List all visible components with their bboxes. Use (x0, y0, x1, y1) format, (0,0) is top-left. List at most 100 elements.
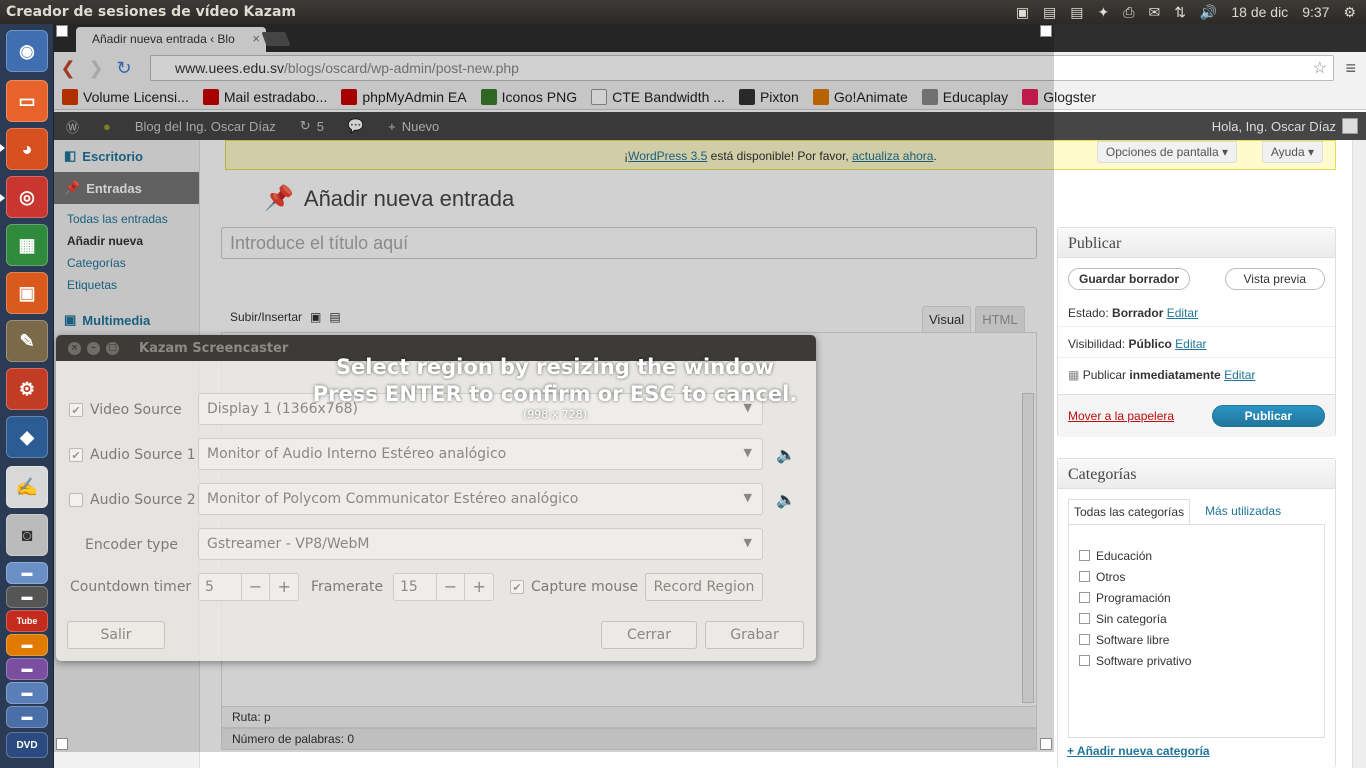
tab-add-post[interactable]: Añadir nueva entrada ‹ Blo × (76, 27, 266, 52)
list-item[interactable]: Otros (1079, 566, 1314, 587)
wordpress-version-link[interactable]: WordPress 3.5 (628, 149, 707, 163)
plus-icon[interactable]: + (269, 574, 298, 600)
address-bar[interactable]: www.uees.edu.sv/blogs/oscard/wp-admin/po… (150, 55, 1334, 81)
updates-link[interactable]: ↻ 5 (288, 118, 336, 134)
comments-icon[interactable]: 💬 (336, 118, 376, 134)
submenu-all-posts[interactable]: Todas las entradas (54, 208, 199, 230)
clock-label[interactable]: 9:37 (1302, 4, 1329, 20)
date-label[interactable]: 18 de dic (1231, 4, 1288, 20)
dropbox-icon[interactable]: ✦ (1098, 4, 1110, 21)
framerate-value[interactable]: 15 (394, 579, 436, 595)
record-region-button[interactable]: Record Region (645, 573, 763, 601)
bookmark-item[interactable]: Iconos PNG (480, 88, 577, 105)
resize-handle-bottom-left[interactable] (56, 738, 68, 750)
gimp-icon[interactable]: ✎ (6, 320, 48, 362)
list-item[interactable]: Sin categoría (1079, 608, 1314, 629)
network-icon[interactable]: ⇅ (1174, 4, 1186, 21)
add-category-link[interactable]: + Añadir nueva categoría (1067, 744, 1210, 758)
bookmark-star-icon[interactable]: ☆ (1313, 58, 1327, 78)
tab-html[interactable]: HTML (975, 306, 1025, 332)
tab-most-used[interactable]: Más utilizadas (1200, 499, 1286, 524)
stack-app-icon-2[interactable]: ▬ (6, 586, 48, 608)
page-scrollbar[interactable] (1352, 140, 1366, 768)
capture-mouse-toggle[interactable]: ✔ Capture mouse (510, 579, 638, 595)
audio-source-1-select[interactable]: Monitor of Audio Interno Estéreo analógi… (198, 438, 763, 470)
chrome-menu-icon[interactable]: ≡ (1345, 58, 1356, 79)
minus-icon[interactable]: − (240, 574, 270, 600)
site-name-link[interactable]: Blog del Ing. Oscar Díaz (123, 119, 288, 134)
resize-handle-bottom-right[interactable] (1040, 738, 1052, 750)
firefox-icon[interactable]: ◕ (6, 128, 48, 170)
bookmark-item[interactable]: Mail estradabo... (202, 88, 327, 105)
minimize-icon[interactable]: – (87, 341, 100, 355)
bookmark-item[interactable]: Go!Animate (812, 88, 908, 105)
move-to-trash-link[interactable]: Mover a la papelera (1068, 409, 1174, 423)
add-media-icon[interactable]: ▣ (310, 310, 321, 324)
maximize-icon[interactable]: □ (106, 341, 119, 355)
encoder-select[interactable]: Gstreamer - VP8/WebM ▼ (198, 528, 763, 560)
countdown-value[interactable]: 5 (199, 579, 241, 595)
audio-source-2-toggle[interactable]: Audio Source 2 (69, 492, 196, 508)
screenshot-icon[interactable]: ◙ (6, 514, 48, 556)
resize-handle-top-right[interactable] (1040, 25, 1052, 37)
category-checkbox[interactable] (1079, 592, 1090, 603)
youtube-icon[interactable]: Tube (6, 610, 48, 632)
save-draft-button[interactable]: Guardar borrador (1068, 268, 1191, 290)
publish-button[interactable]: Publicar (1211, 405, 1325, 427)
category-checkbox[interactable] (1079, 655, 1090, 666)
bookmark-item[interactable]: Volume Licensi... (62, 88, 189, 105)
plus-icon[interactable]: + (464, 574, 493, 600)
software-center-icon[interactable]: ▣ (6, 272, 48, 314)
spreadsheet-icon[interactable]: ▦ (6, 224, 48, 266)
back-icon[interactable]: ❮ (54, 58, 82, 79)
list-item[interactable]: Programación (1079, 587, 1314, 608)
edit-status-link[interactable]: Editar (1167, 306, 1198, 320)
post-title-input[interactable]: Introduce el título aquí (221, 227, 1037, 259)
dash-home-icon[interactable]: ◉ (6, 30, 48, 72)
text-editor-icon[interactable]: ✍ (6, 466, 48, 508)
resize-handle-top-left[interactable] (56, 25, 68, 37)
audio-volume-icon[interactable]: 🔈 (776, 445, 796, 464)
bookmark-item[interactable]: Educaplay (921, 88, 1008, 105)
close-button[interactable]: Cerrar (601, 621, 697, 649)
chrome-icon[interactable]: ◎ (6, 176, 48, 218)
editor-scrollbar[interactable] (1022, 393, 1034, 703)
workspace-icon[interactable]: ▤ (1043, 4, 1056, 21)
my-account-link[interactable]: Hola, Ing. Oscar Díaz (1212, 112, 1358, 140)
bookmark-item[interactable]: CTE Bandwidth ... (591, 88, 725, 105)
forward-icon[interactable]: ❯ (82, 58, 110, 79)
new-content-link[interactable]: + Nuevo (376, 119, 451, 134)
preview-button[interactable]: Vista previa (1224, 268, 1325, 290)
stack-app-icon-5[interactable]: ▬ (6, 682, 48, 704)
submenu-categories[interactable]: Categorías (54, 252, 199, 274)
stack-app-icon-3[interactable]: ▬ (6, 634, 48, 656)
stack-app-icon-6[interactable]: ▬ (6, 706, 48, 728)
video-source-toggle[interactable]: ✔ Video Source (69, 402, 182, 418)
edit-visibility-link[interactable]: Editar (1175, 337, 1206, 351)
session-gear-icon[interactable]: ⚙ (1343, 4, 1356, 21)
reload-icon[interactable]: ↻ (110, 58, 138, 79)
tab-all-categories[interactable]: Todas las categorías (1068, 499, 1191, 524)
edit-schedule-link[interactable]: Editar (1224, 368, 1255, 382)
checkbox-unchecked-icon[interactable] (69, 493, 83, 507)
category-checkbox[interactable] (1079, 550, 1090, 561)
category-checkbox[interactable] (1079, 634, 1090, 645)
bookmark-item[interactable]: Glogster (1022, 88, 1096, 105)
bookmark-item[interactable]: Pixton (738, 88, 799, 105)
submenu-add-new[interactable]: Añadir nueva (54, 230, 199, 252)
audio-volume-icon-2[interactable]: 🔈 (776, 490, 796, 509)
help-button[interactable]: Ayuda ▾ (1261, 141, 1323, 163)
list-item[interactable]: Educación (1079, 545, 1314, 566)
mail-icon[interactable]: ✉ (1148, 4, 1160, 21)
bookmark-item[interactable]: phpMyAdmin EA (341, 88, 467, 105)
new-tab-button[interactable] (261, 32, 291, 46)
framerate-stepper[interactable]: 15 − + (393, 573, 494, 601)
tab-visual[interactable]: Visual (922, 306, 972, 332)
menu-dashboard[interactable]: ◧ Escritorio (54, 140, 199, 172)
update-now-link[interactable]: actualiza ahora (852, 149, 933, 163)
category-checkbox[interactable] (1079, 613, 1090, 624)
site-icon[interactable]: ● (91, 119, 123, 134)
menu-media[interactable]: ▣ Multimedia (54, 304, 199, 336)
kazam-indicator-icon[interactable]: ▣ (1016, 4, 1029, 21)
dvd-icon[interactable]: DVD (6, 732, 48, 758)
